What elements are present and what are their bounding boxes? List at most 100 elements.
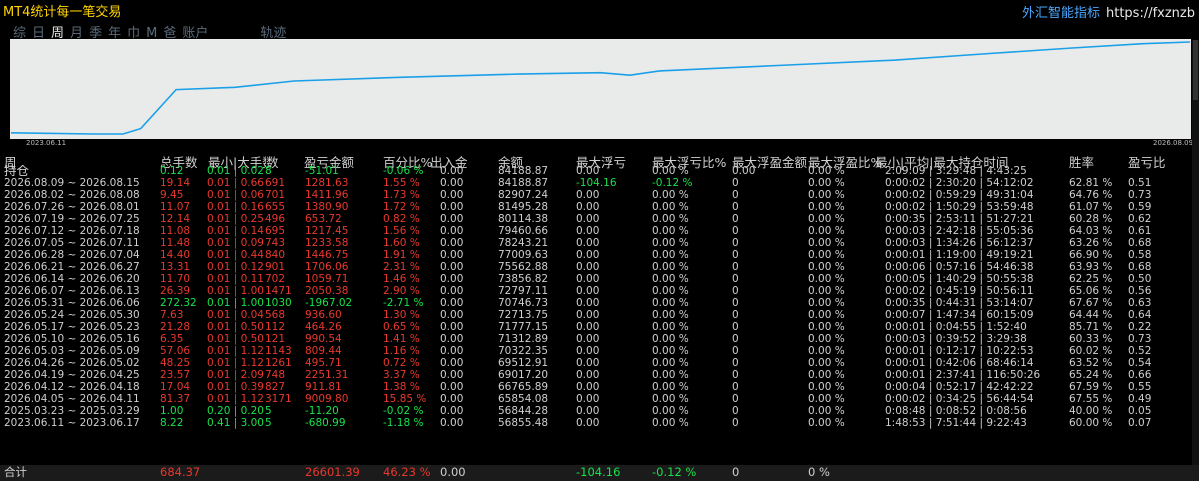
position-cell: -51.01	[305, 165, 339, 177]
brand[interactable]: 外汇智能指标 https://fxznzb	[1022, 2, 1195, 21]
row-cell: 0:00:02 | 0:45:19 | 50:56:11	[885, 285, 1034, 297]
row-period: 2026.06.28 ~ 2026.07.04	[4, 249, 140, 261]
table-row[interactable]: 2026.06.14 ~ 2026.06.20 11.70 0.01 | 0.11 7…	[0, 273, 1199, 285]
row-cell: 0:00:07 | 1:47:34 | 60:15:09	[885, 309, 1034, 321]
row-cell: 0.00 %	[652, 201, 689, 213]
row-cell: 0.54	[1128, 357, 1152, 369]
table-row[interactable]: 2026.07.05 ~ 2026.07.11 11.48 0.01 | 0.09 7…	[0, 237, 1199, 249]
row-cell: 0.59	[1128, 201, 1152, 213]
row-cell: 85.71 %	[1069, 321, 1113, 333]
table-row[interactable]: 2023.06.11 ~ 2023.06.17 8.22 0.41 | 3.00 5 -…	[0, 417, 1199, 429]
row-cell: 0:00:05 | 1:40:29 | 50:55:38	[885, 273, 1034, 285]
table-header: 周总手数最小|大手数数盈亏金额百分比%出入金余额最大浮亏最大浮亏比%最大浮盈金额…	[0, 152, 1199, 170]
row-cell: 0:00:01 | 2:37:41 | 116:50:26	[885, 369, 1041, 381]
table-row[interactable]: 2026.06.21 ~ 2026.06.27 13.31 0.01 | 0.12 9…	[0, 261, 1199, 273]
row-cell: 653.72	[305, 213, 342, 225]
row-cell: 0.00	[576, 321, 600, 333]
table-body: 2026.08.09 ~ 2026.08.15 19.14 0.01 | 0.66 6…	[0, 177, 1199, 429]
row-cell: 0.00	[440, 381, 464, 393]
row-cell: 0.00	[576, 297, 600, 309]
row-cell: 66765.89	[498, 381, 549, 393]
total-inout: 0.00	[440, 465, 466, 479]
row-cell: -11.20	[305, 405, 339, 417]
row-cell: 0.00 %	[652, 405, 689, 417]
row-cell: 0.00	[440, 177, 464, 189]
top-bar: MT4统计每一笔交易 外汇智能指标 https://fxznzb 综日周月季年巾M…	[0, 0, 1199, 41]
row-cell: 0.00 %	[652, 213, 689, 225]
row-cell: 80114.38	[498, 213, 549, 225]
row-cell: 15.85 %	[383, 393, 427, 405]
table-row[interactable]: 2026.07.26 ~ 2026.08.01 11.07 0.01 | 0.16 6…	[0, 201, 1199, 213]
row-cell: 1.00	[160, 405, 184, 417]
row-cell: 496	[265, 213, 286, 225]
row-cell: 0.00	[576, 345, 600, 357]
row-cell: 0.00	[576, 201, 600, 213]
table-row[interactable]: 2026.04.26 ~ 2026.05.02 48.25 0.01 | 1.12 1…	[0, 357, 1199, 369]
table-row[interactable]: 2026.04.12 ~ 2026.04.18 17.04 0.01 | 0.39 8…	[0, 381, 1199, 393]
scrollbar[interactable]	[1192, 40, 1199, 465]
table-row[interactable]: 2026.05.31 ~ 2026.06.06 272.32 0.01 | 1.00…	[0, 297, 1199, 309]
row-period: 2023.06.11 ~ 2023.06.17	[4, 417, 140, 429]
row-cell: 64.03 %	[1069, 225, 1113, 237]
row-cell: 0.00 %	[808, 381, 845, 393]
row-period: 2026.07.12 ~ 2026.07.18	[4, 225, 140, 237]
row-cell: 0.01 | 1.12	[207, 357, 264, 369]
position-cell: 0.12	[160, 165, 184, 177]
row-cell: 0.00	[440, 393, 464, 405]
row-cell: 0.00 %	[808, 273, 845, 285]
table-row[interactable]: 2026.08.02 ~ 2026.08.08 9.45 0.01 | 0.06 70…	[0, 189, 1199, 201]
row-cell: 62.25 %	[1069, 273, 1113, 285]
table-row[interactable]: 2026.07.12 ~ 2026.07.18 11.08 0.01 | 0.14 6…	[0, 225, 1199, 237]
row-cell: 0.00	[440, 237, 464, 249]
row-cell: 0.00	[440, 333, 464, 345]
row-cell: 19.14	[160, 177, 191, 189]
row-cell: 0.00 %	[652, 285, 689, 297]
row-cell: 0.64	[1128, 309, 1152, 321]
table-row[interactable]: 2026.05.17 ~ 2026.05.23 21.28 0.01 | 0.50 1…	[0, 321, 1199, 333]
row-period: 2026.04.26 ~ 2026.05.02	[4, 357, 140, 369]
table-row[interactable]: 2026.04.19 ~ 2026.04.25 23.57 0.01 | 2.09 7…	[0, 369, 1199, 381]
row-cell: 0.00 %	[652, 321, 689, 333]
row-cell: 0.00 %	[808, 321, 845, 333]
row-cell: 66.90 %	[1069, 249, 1113, 261]
row-cell: 0.41 | 3.00	[207, 417, 264, 429]
row-cell: 1281.63	[305, 177, 349, 189]
row-cell: 743	[265, 237, 286, 249]
row-cell: 13.31	[160, 261, 191, 273]
row-cell: 0	[732, 333, 739, 345]
table-row[interactable]: 2026.06.07 ~ 2026.06.13 26.39 0.01 | 1.00 1…	[0, 285, 1199, 297]
row-cell: 0.00	[440, 405, 464, 417]
row-cell: 0.00 %	[808, 213, 845, 225]
table-row[interactable]: 2026.04.05 ~ 2026.04.11 81.37 0.01 | 1.12 3…	[0, 393, 1199, 405]
row-cell: 1.60 %	[383, 237, 420, 249]
table-row[interactable]: 2026.08.09 ~ 2026.08.15 19.14 0.01 | 0.66 6…	[0, 177, 1199, 189]
table-row[interactable]: 2026.06.28 ~ 2026.07.04 14.40 0.01 | 0.44 8…	[0, 249, 1199, 261]
table-row[interactable]: 2026.07.19 ~ 2026.07.25 12.14 0.01 | 0.25 4…	[0, 213, 1199, 225]
table-row[interactable]: 2026.05.03 ~ 2026.05.09 57.06 0.01 | 1.12 1…	[0, 345, 1199, 357]
row-cell: 56855.48	[498, 417, 549, 429]
row-cell: 0.68	[1128, 261, 1152, 273]
row-cell: 0.00	[440, 189, 464, 201]
row-cell: 0.00	[576, 225, 600, 237]
total-pct: 46.23 %	[383, 465, 431, 479]
total-pnl: 26601.39	[305, 465, 360, 479]
brand-url[interactable]: https://fxznzb	[1106, 6, 1195, 21]
row-cell: -2.71 %	[383, 297, 424, 309]
row-cell: 0:00:01 | 0:12:17 | 10:22:53	[885, 345, 1034, 357]
table-row[interactable]: 2026.05.24 ~ 2026.05.30 7.63 0.01 | 0.04 56…	[0, 309, 1199, 321]
row-cell: 0.00	[440, 297, 464, 309]
row-cell: 0:00:03 | 2:42:18 | 55:05:36	[885, 225, 1034, 237]
row-cell: 1233.58	[305, 237, 349, 249]
total-max-float-profit: 0	[732, 465, 740, 479]
row-cell: 1261	[265, 357, 292, 369]
row-cell: 0	[732, 357, 739, 369]
scrollbar-thumb[interactable]	[1193, 40, 1198, 100]
app-title: MT4统计每一笔交易	[3, 5, 122, 20]
row-cell: 1471	[265, 285, 292, 297]
row-cell: 0.00	[440, 201, 464, 213]
table-row[interactable]: 2026.05.10 ~ 2026.05.16 6.35 0.01 | 0.50 12…	[0, 333, 1199, 345]
row-cell: 0	[732, 261, 739, 273]
row-cell: 0.01 | 0.04	[207, 309, 264, 321]
table-row[interactable]: 2025.03.23 ~ 2025.03.29 1.00 0.20 | 0.20 5 -…	[0, 405, 1199, 417]
row-cell: 0.73	[1128, 189, 1152, 201]
